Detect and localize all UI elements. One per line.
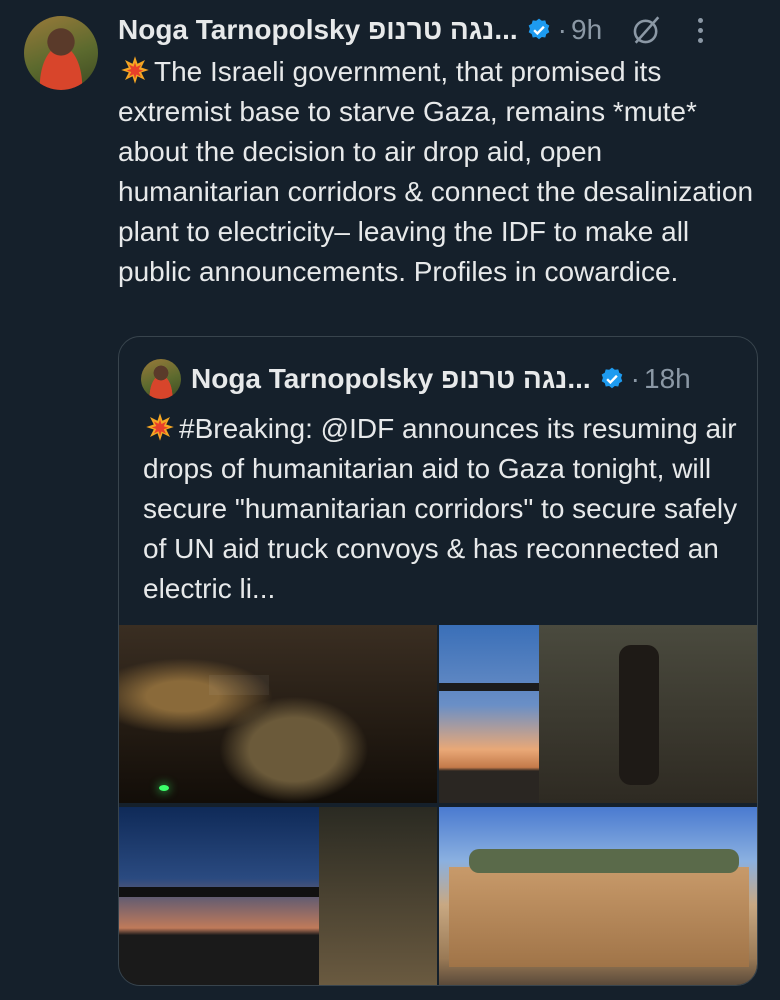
author-name[interactable]: Noga Tarnopolsky נגה טרנופ...	[118, 14, 518, 46]
more-options-icon[interactable]	[690, 15, 710, 45]
quoted-tweet-header: Noga Tarnopolsky נגה טרנופ... · 18h	[191, 357, 691, 401]
collision-emoji-icon	[118, 55, 152, 85]
separator-dot: ·	[557, 14, 567, 45]
media-grid	[119, 625, 757, 985]
media-photo-aid-pallets[interactable]	[439, 807, 757, 985]
quoted-tweet-body: #Breaking: @IDF announces its resuming a…	[143, 409, 743, 609]
tweet-time[interactable]: 9h	[571, 14, 602, 46]
verified-badge-icon	[528, 18, 549, 40]
tweet-body-text: The Israeli government, that promised it…	[118, 56, 761, 287]
quoted-tweet[interactable]: Noga Tarnopolsky נגה טרנופ... · 18h #Bre…	[118, 336, 758, 986]
separator-dot: ·	[630, 363, 640, 394]
verified-badge-icon	[601, 367, 622, 389]
quoted-tweet-body-text: #Breaking: @IDF announces its resuming a…	[143, 413, 745, 604]
collision-emoji-icon	[143, 412, 177, 442]
quoted-tweet-time: 18h	[644, 363, 691, 394]
media-photo-cargo-bay[interactable]	[119, 625, 437, 803]
tweet-header: Noga Tarnopolsky נגה טרנופ... · 9h	[118, 10, 760, 50]
media-photo-aircraft-sky[interactable]	[439, 625, 757, 803]
media-photo-aircraft-dusk[interactable]	[119, 807, 437, 985]
author-avatar[interactable]	[24, 16, 98, 90]
tweet[interactable]: Noga Tarnopolsky נגה טרנופ... · 9h The I…	[0, 0, 780, 1000]
quoted-author-name: Noga Tarnopolsky נגה טרנופ...	[191, 363, 591, 394]
grok-icon[interactable]	[630, 13, 664, 47]
quoted-author-avatar	[141, 359, 181, 399]
tweet-body: The Israeli government, that promised it…	[118, 52, 758, 292]
